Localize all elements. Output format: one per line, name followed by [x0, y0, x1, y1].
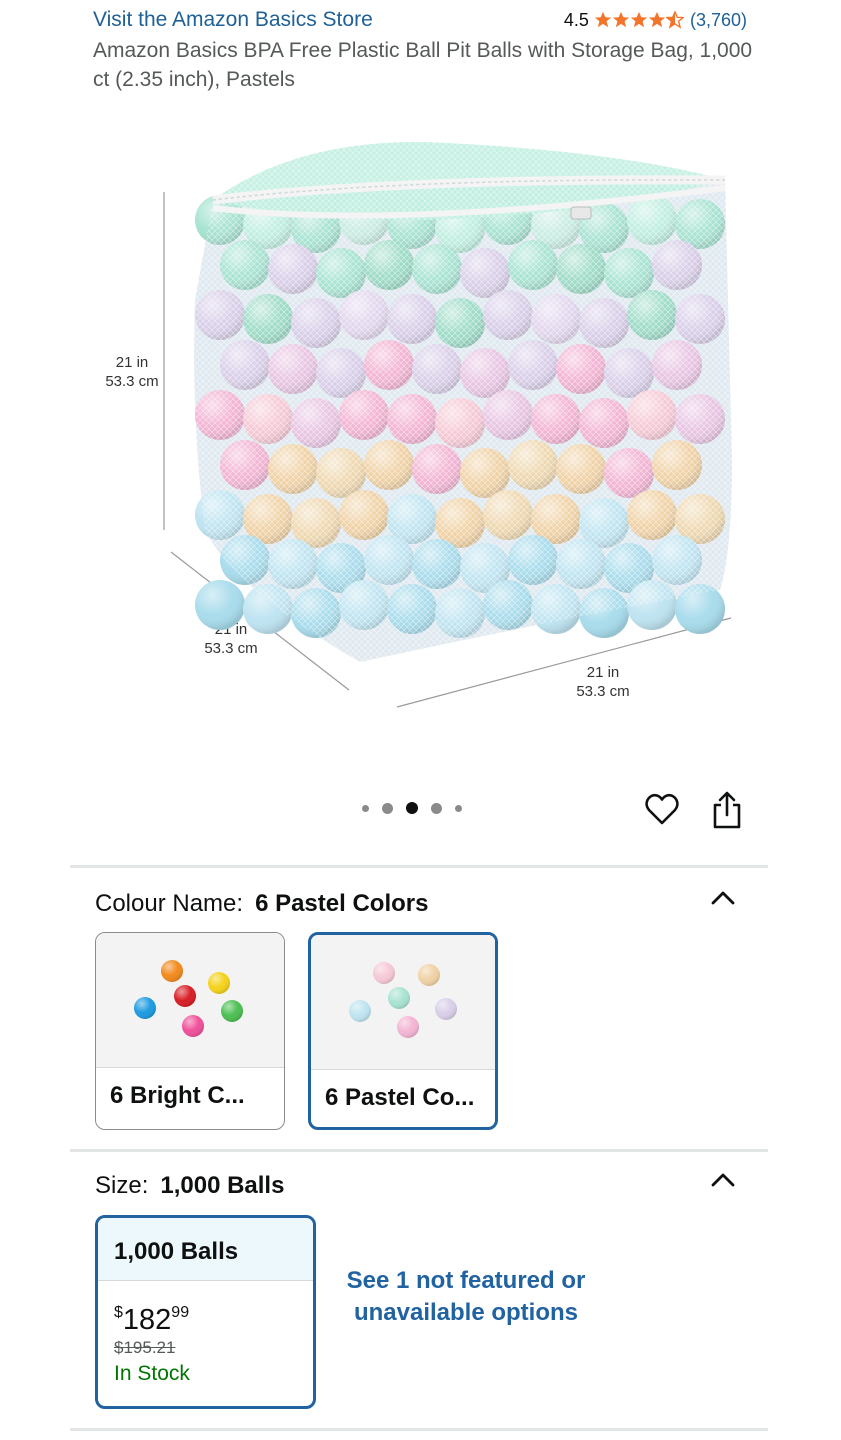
- size-option-stock: In Stock: [114, 1362, 190, 1385]
- pagination-dot[interactable]: [431, 802, 442, 814]
- chevron-up-icon[interactable]: [709, 888, 737, 908]
- colour-key: Colour Name:: [95, 890, 244, 917]
- rating[interactable]: 4.5 (3,760): [564, 10, 747, 31]
- pagination-dot[interactable]: [455, 804, 462, 812]
- colour-label: Colour Name: 6 Pastel Colors: [95, 890, 428, 918]
- size-label: Size: 1,000 Balls: [95, 1172, 284, 1200]
- price-currency: $: [114, 1304, 123, 1321]
- rating-count[interactable]: (3,760): [690, 10, 747, 31]
- star-icon: [612, 11, 630, 28]
- share-button[interactable]: [708, 790, 746, 830]
- divider: [70, 865, 768, 868]
- colour-value: 6 Pastel Colors: [255, 890, 429, 917]
- product-image-gallery[interactable]: 21 in 53.3 cm 21 in 53.3 cm 21 in 53.3 c…: [95, 120, 745, 760]
- height-dim-in: 21 in: [116, 354, 149, 371]
- size-option-label: 1,000 Balls: [98, 1218, 313, 1281]
- store-row: Visit the Amazon Basics Store 4.5 (3,760…: [93, 6, 747, 34]
- chevron-up-icon[interactable]: [709, 1170, 737, 1190]
- star-icon: [630, 11, 648, 28]
- price-whole: 182: [122, 1304, 172, 1336]
- rating-value: 4.5: [563, 9, 589, 30]
- product-image: 21 in 53.3 cm 21 in 53.3 cm 21 in 53.3 c…: [105, 141, 732, 708]
- colour-option-bright[interactable]: 6 Bright C...: [95, 932, 285, 1130]
- size-key: Size:: [95, 1172, 149, 1199]
- divider: [70, 1149, 768, 1152]
- size-option-old-price: $195.21: [114, 1338, 176, 1357]
- image-pagination-dots[interactable]: [362, 802, 462, 814]
- share-icon: [713, 791, 741, 829]
- pagination-dot-active[interactable]: [406, 802, 418, 814]
- colour-option-pastel[interactable]: 6 Pastel Co...: [308, 932, 498, 1130]
- size-option-price: $18299: [98, 1281, 313, 1336]
- colour-option-label: 6 Pastel Co...: [325, 1084, 475, 1111]
- rating-stars: [594, 11, 684, 29]
- pastel-balls-image: [311, 935, 495, 1070]
- star-icon: [594, 11, 612, 28]
- pagination-dot[interactable]: [362, 804, 369, 812]
- star-icon: [648, 11, 666, 28]
- width-dim-cm: 53.3 cm: [576, 683, 629, 700]
- depth-dim-cm: 53.3 cm: [204, 640, 257, 657]
- see-unavailable-options-link[interactable]: See 1 not featured or unavailable option…: [340, 1265, 592, 1329]
- size-value: 1,000 Balls: [160, 1172, 285, 1199]
- wishlist-button[interactable]: [643, 790, 681, 828]
- pagination-dot[interactable]: [382, 802, 393, 814]
- height-dim-cm: 53.3 cm: [105, 373, 158, 390]
- ball-bag: [194, 141, 732, 662]
- store-link[interactable]: Visit the Amazon Basics Store: [93, 8, 373, 32]
- colour-option-label: 6 Bright C...: [110, 1082, 245, 1109]
- size-option-1000-balls[interactable]: 1,000 Balls $18299 $195.21 In Stock: [95, 1215, 316, 1409]
- heart-icon: [645, 793, 679, 825]
- bright-balls-image: [96, 933, 284, 1068]
- width-dim-in: 21 in: [587, 664, 620, 681]
- product-title: Amazon Basics BPA Free Plastic Ball Pit …: [93, 39, 753, 91]
- price-cents: 99: [171, 1304, 190, 1321]
- star-half-icon: [665, 11, 684, 29]
- divider: [70, 1428, 768, 1431]
